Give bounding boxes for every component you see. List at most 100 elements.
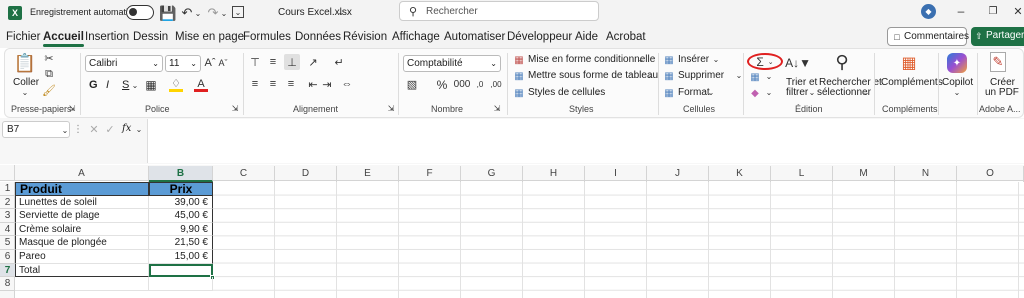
column-header[interactable]: F [399,166,461,182]
column-header[interactable]: J [647,166,709,182]
insert-cells-button[interactable]: Insérer [678,54,709,65]
row-header[interactable]: 8 [0,277,15,291]
comments-button[interactable]: □ Commentaires [887,27,969,46]
tab-accueil[interactable]: Accueil [43,31,84,47]
fill-icon[interactable]: ▦ [749,71,761,83]
paste-dropdown-icon[interactable]: ⌄ [20,87,30,97]
column-header[interactable]: H [523,166,585,182]
increase-decimal-icon[interactable]: ,0 [473,78,487,91]
sort-filter-label-2[interactable]: filtrer [786,87,808,98]
row-header[interactable]: 7 [0,263,15,278]
select-all-corner[interactable] [0,165,15,181]
format-as-table-button[interactable]: Mettre sous forme de tableau [528,70,658,81]
italic-button[interactable]: I [106,79,109,91]
align-left-icon[interactable]: ≡ [249,78,261,90]
formula-input[interactable] [147,119,1024,163]
product-cell[interactable]: Crème solaire [15,222,149,237]
align-top-icon[interactable]: ⊤ [249,56,261,69]
copilot-icon[interactable]: ✦ [947,53,967,73]
tab-donnees[interactable]: Données [295,31,341,43]
tab-affichage[interactable]: Affichage [392,31,440,43]
chevron-down-icon[interactable]: ⌄ [735,70,743,80]
empty-cell[interactable] [149,277,213,291]
row-header[interactable]: 3 [0,209,15,223]
merge-center-icon[interactable]: ⇔ [340,78,354,90]
font-color-icon[interactable]: A [194,78,208,92]
comma-style-icon[interactable]: 000 [454,78,471,91]
delete-cells-button[interactable]: Supprimer [678,70,724,81]
column-header[interactable]: E [337,166,399,182]
borders-icon[interactable]: ▦ [145,78,157,92]
fill-color-icon[interactable]: ♢ [169,78,183,92]
row-header[interactable]: 4 [0,223,15,237]
selected-cell-b7[interactable] [149,263,213,278]
cut-icon[interactable]: ✂ [43,52,55,65]
create-pdf-icon[interactable]: ✎ [990,52,1006,72]
autosave-toggle[interactable] [126,5,154,20]
font-size-combo[interactable]: 11 ⌄ [165,55,201,72]
column-header[interactable]: D [275,166,337,182]
delete-cells-icon[interactable]: ▦ [663,70,675,82]
tab-insertion[interactable]: Insertion [85,31,129,43]
column-header[interactable]: G [461,166,523,182]
paste-icon[interactable]: 📋 [14,52,36,74]
align-bottom-icon[interactable]: ⊥ [284,54,300,70]
chevron-down-icon[interactable]: ⌄ [707,87,715,97]
format-painter-icon[interactable]: 🖌 [42,84,56,97]
align-right-icon[interactable]: ≡ [285,78,297,90]
underline-button[interactable]: S [122,79,129,91]
bold-button[interactable]: G [89,79,98,91]
decrease-decimal-icon[interactable]: ,00 [489,78,503,91]
customize-toolbar-icon[interactable]: ⌄ [232,6,244,18]
price-cell[interactable]: 45,00 € [149,209,213,223]
chevron-down-icon[interactable]: ⌄ [637,54,645,64]
chevron-down-icon[interactable]: ⌄ [765,87,773,97]
align-center-icon[interactable]: ≡ [267,78,279,90]
format-cells-button[interactable]: Format [678,87,710,98]
minimize-icon[interactable]: – [954,4,968,18]
name-box[interactable]: B7 ⌄ [2,121,70,138]
chevron-down-icon[interactable]: ⌄ [645,70,653,80]
clipboard-launcher-icon[interactable]: ⇲ [68,104,76,113]
tab-formules[interactable]: Formules [243,31,291,43]
tab-acrobat[interactable]: Acrobat [606,31,646,43]
price-cell[interactable]: 9,90 € [149,222,213,237]
conditional-formatting-icon[interactable]: ▦ [513,54,525,66]
wrap-text-icon[interactable]: ↵ [333,56,345,69]
cancel-entry-icon[interactable]: ✕ [88,122,100,136]
row-header[interactable]: 6 [0,250,15,264]
decrease-font-icon[interactable]: Aˇ [218,57,228,69]
row-header[interactable]: 5 [0,236,15,250]
find-select-icon[interactable]: ⚲ [831,51,853,73]
create-pdf-label-2[interactable]: un PDF [985,87,1019,98]
total-label-cell[interactable]: Total [15,263,149,278]
insert-function-icon[interactable]: fx [122,123,131,134]
addins-icon[interactable]: ▦ [898,52,920,74]
insert-cells-icon[interactable]: ▦ [663,54,675,66]
tab-automatiser[interactable]: Automatiser [444,31,505,43]
chevron-down-icon[interactable]: ⌄ [61,124,69,136]
restore-icon[interactable]: ❐ [986,4,1000,18]
column-header[interactable]: A [15,166,149,182]
confirm-entry-icon[interactable]: ✓ [104,122,116,136]
tab-revision[interactable]: Révision [343,31,387,43]
alignment-launcher-icon[interactable]: ⇲ [387,104,395,113]
column-header[interactable]: L [771,166,833,182]
tab-mise-en-page[interactable]: Mise en page [175,31,244,43]
empty-cell[interactable] [15,277,149,291]
clear-icon[interactable]: ◆ [749,87,761,99]
filename-chevron-down-icon[interactable]: ⌄ [337,6,345,18]
cell-styles-icon[interactable]: ▦ [513,87,525,99]
redo-dropdown-icon[interactable]: ⌄ [220,5,228,21]
tab-dessin[interactable]: Dessin [133,31,168,43]
orientation-icon[interactable]: ↗ [307,56,319,69]
product-cell[interactable]: Pareo [15,250,149,264]
chevron-down-icon[interactable]: ⌄ [712,54,720,64]
column-header[interactable]: I [585,166,647,182]
chevron-down-icon[interactable]: ⌄ [862,87,870,97]
row-header[interactable]: 1 [0,182,15,196]
format-cells-icon[interactable]: ▦ [663,87,675,99]
chevron-down-icon[interactable]: ⌄ [135,122,143,136]
tab-fichier[interactable]: Fichier [6,31,41,43]
column-header[interactable]: O [957,166,1024,182]
